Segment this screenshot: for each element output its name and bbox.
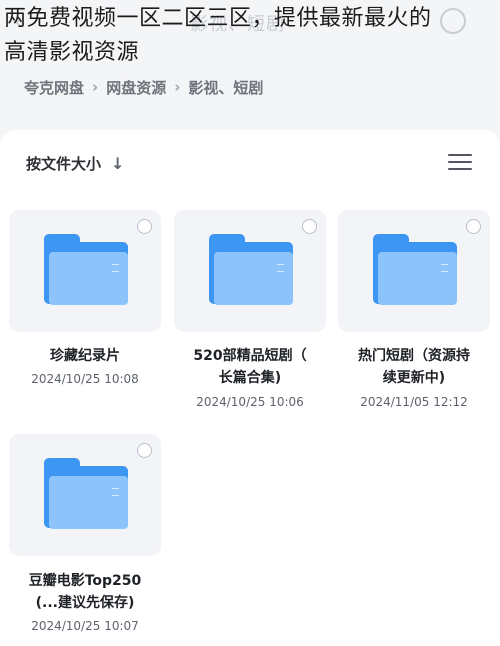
folder-icon [44, 234, 128, 306]
folder-name-line: 珍藏纪录片 [50, 348, 120, 364]
folder-date: 2024/10/25 10:08 [31, 372, 139, 386]
folder-icon [209, 234, 293, 306]
folder-date: 2024/10/25 10:07 [31, 619, 139, 633]
breadcrumb-item-current: 影视、短剧 [188, 78, 264, 97]
folder-name-line: (...建议先保存) [35, 595, 135, 611]
folder-name-line: 豆瓣电影Top250 [28, 573, 142, 589]
folder-name[interactable]: 520部精品短剧（ 长篇合集) [170, 345, 330, 389]
folder-icon [373, 234, 457, 306]
select-radio[interactable] [137, 219, 152, 234]
folder-name-line: 长篇合集) [218, 370, 282, 386]
folder-name-line: 520部精品短剧（ [193, 348, 307, 364]
folder-card[interactable] [9, 434, 161, 556]
folder-name[interactable]: 珍藏纪录片 [5, 345, 165, 367]
select-radio[interactable] [137, 443, 152, 458]
folder-name[interactable]: 热门短剧（资源持 续更新中) [334, 345, 494, 389]
folder-card[interactable] [174, 210, 326, 332]
overlay-caption: 两免费视频一区二区三区，提供最新最火的 高清影视资源 [4, 2, 500, 70]
select-radio[interactable] [466, 219, 481, 234]
folder-card[interactable] [338, 210, 490, 332]
overlay-line-2: 高清影视资源 [4, 40, 140, 65]
breadcrumb-separator: › [92, 78, 99, 96]
folder-card[interactable] [9, 210, 161, 332]
breadcrumb: 夸克网盘 › 网盘资源 › 影视、短剧 [24, 74, 263, 100]
folder-name-line: 续更新中) [382, 370, 446, 386]
sort-button[interactable]: 按文件大小 ↓ [26, 153, 124, 174]
folder-name-line: 热门短剧（资源持 [358, 348, 470, 364]
folder-date: 2024/11/05 12:12 [360, 395, 468, 409]
sort-label: 按文件大小 [26, 155, 102, 173]
folder-name[interactable]: 豆瓣电影Top250 (...建议先保存) [5, 570, 165, 614]
folder-date: 2024/10/25 10:06 [196, 395, 304, 409]
breadcrumb-item-quark[interactable]: 夸克网盘 [24, 77, 84, 98]
overlay-line-1: 两免费视频一区二区三区，提供最新最火的 [4, 6, 432, 31]
breadcrumb-separator: › [174, 78, 181, 96]
folder-icon [44, 458, 128, 530]
arrow-down-icon: ↓ [111, 154, 125, 173]
breadcrumb-item-resources[interactable]: 网盘资源 [106, 77, 166, 98]
list-view-icon[interactable] [448, 152, 472, 172]
select-radio[interactable] [302, 219, 317, 234]
